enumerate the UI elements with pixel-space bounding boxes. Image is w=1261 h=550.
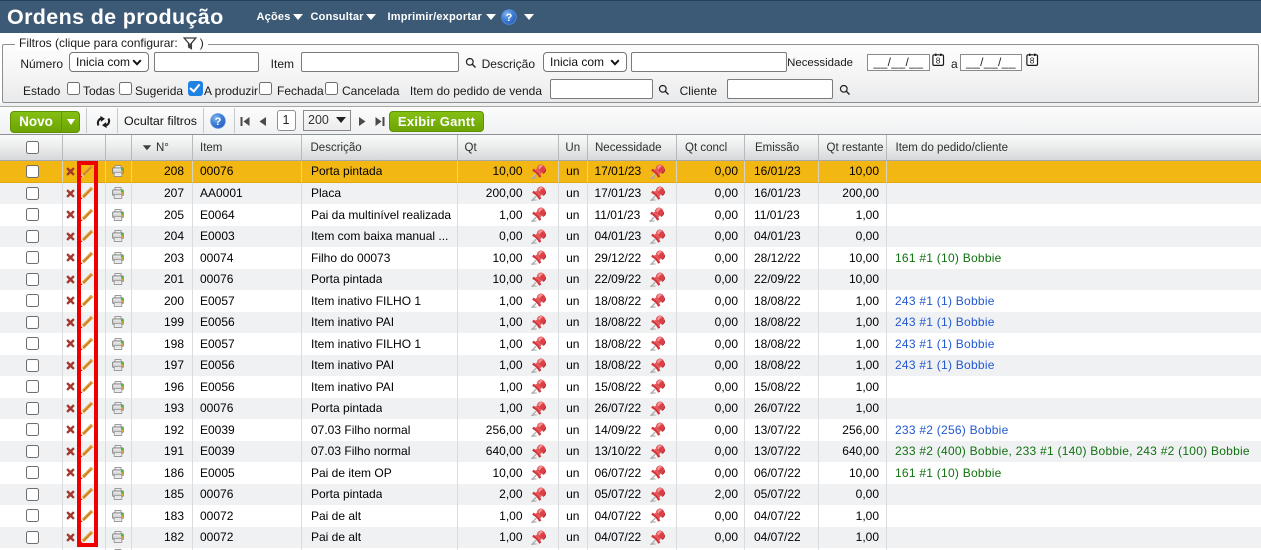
svg-text:?: ? (506, 12, 513, 24)
svg-text:8: 8 (936, 56, 941, 66)
svg-text:?: ? (214, 116, 221, 128)
svg-text:8: 8 (1030, 56, 1035, 66)
